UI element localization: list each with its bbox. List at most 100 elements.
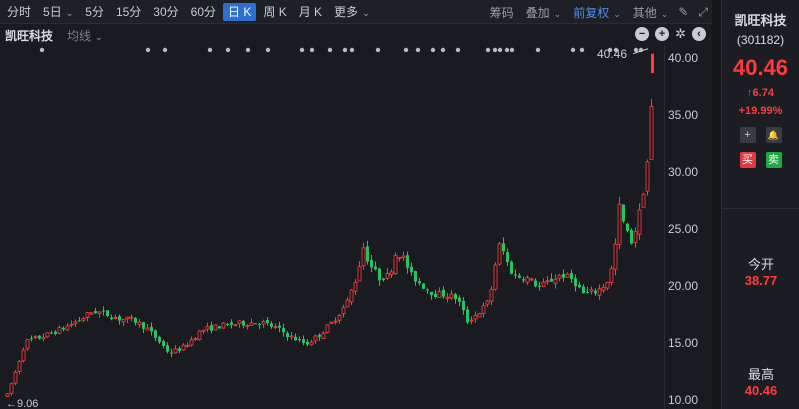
candle[interactable]	[434, 289, 437, 299]
draw-pen-icon[interactable]: ✎	[678, 5, 688, 19]
candle[interactable]	[410, 262, 413, 276]
candle[interactable]	[30, 335, 33, 342]
candle[interactable]	[497, 241, 502, 266]
candle[interactable]	[261, 319, 266, 328]
event-marker-dot[interactable]	[327, 47, 333, 53]
candle[interactable]	[349, 289, 354, 305]
candle[interactable]	[633, 227, 638, 248]
candle[interactable]	[137, 318, 142, 328]
candle[interactable]	[570, 269, 573, 284]
candle[interactable]	[541, 278, 546, 288]
candle[interactable]	[565, 272, 570, 278]
candle[interactable]	[522, 276, 525, 283]
candle[interactable]	[85, 312, 90, 322]
event-marker-dot[interactable]	[309, 47, 315, 53]
event-marker-dot[interactable]	[145, 47, 151, 53]
candle[interactable]	[586, 286, 589, 294]
candle[interactable]	[645, 159, 650, 196]
candle[interactable]	[205, 322, 210, 333]
candle[interactable]	[249, 318, 254, 326]
candle[interactable]	[630, 228, 633, 245]
candle[interactable]	[33, 335, 38, 340]
candle[interactable]	[170, 348, 173, 358]
candle[interactable]	[258, 322, 261, 330]
candle[interactable]	[518, 273, 521, 279]
event-marker-dot[interactable]	[579, 47, 585, 53]
candle[interactable]	[426, 288, 429, 294]
candle[interactable]	[97, 311, 102, 318]
candle[interactable]	[418, 277, 421, 286]
event-marker-dot[interactable]	[440, 47, 446, 53]
candle[interactable]	[113, 314, 118, 320]
candle[interactable]	[270, 321, 273, 329]
tab-30min[interactable]: 30分	[148, 3, 183, 21]
candle[interactable]	[357, 261, 362, 282]
candle[interactable]	[553, 274, 558, 289]
event-marker-dot[interactable]	[509, 47, 515, 53]
candle[interactable]	[57, 325, 62, 335]
candle[interactable]	[178, 346, 181, 354]
candle[interactable]	[641, 192, 646, 208]
candle[interactable]	[477, 312, 482, 318]
sell-button[interactable]: 卖	[765, 152, 782, 168]
panel-divider[interactable]	[712, 0, 721, 409]
candle[interactable]	[626, 222, 629, 233]
candle[interactable]	[353, 278, 358, 295]
tab-more[interactable]: 更多 ⌄	[329, 3, 375, 21]
gear-icon[interactable]: ✲	[675, 27, 686, 41]
event-marker-dot[interactable]	[299, 47, 305, 53]
candle[interactable]	[185, 342, 190, 348]
candle[interactable]	[302, 335, 305, 346]
candle[interactable]	[41, 333, 46, 342]
candle[interactable]	[142, 321, 145, 334]
tab-daily-k[interactable]: 日 K	[223, 2, 257, 21]
candle[interactable]	[401, 251, 406, 261]
candle[interactable]	[529, 277, 534, 282]
candle[interactable]	[21, 347, 26, 363]
candle[interactable]	[562, 269, 565, 282]
adjust-dropdown[interactable]: 前复权 ⌄	[573, 4, 621, 21]
event-marker-dot[interactable]	[633, 47, 639, 53]
candle[interactable]	[150, 322, 153, 336]
candle[interactable]	[454, 292, 457, 304]
tab-5day[interactable]: 5日 ⌄	[38, 3, 78, 21]
candle[interactable]	[329, 321, 334, 325]
candle[interactable]	[65, 323, 70, 331]
candle[interactable]	[230, 319, 233, 329]
event-marker-dot[interactable]	[535, 47, 541, 53]
candle[interactable]	[50, 330, 53, 334]
candle[interactable]	[189, 336, 194, 347]
candle[interactable]	[538, 281, 541, 291]
candle[interactable]	[502, 237, 505, 255]
candle[interactable]	[361, 242, 366, 270]
event-marker-dot[interactable]	[162, 47, 168, 53]
candle[interactable]	[597, 284, 602, 300]
candle[interactable]	[601, 283, 606, 293]
candle[interactable]	[110, 314, 113, 321]
tab-5min[interactable]: 5分	[80, 3, 109, 21]
candle[interactable]	[17, 359, 22, 375]
candle[interactable]	[237, 320, 242, 328]
event-marker-dot[interactable]	[225, 47, 231, 53]
candle[interactable]	[325, 324, 330, 334]
candle[interactable]	[102, 306, 105, 316]
event-marker-dot[interactable]	[485, 47, 491, 53]
candle[interactable]	[298, 336, 301, 343]
zoom-out-icon[interactable]: −	[635, 27, 650, 41]
candle[interactable]	[306, 338, 309, 347]
candle[interactable]	[13, 369, 18, 386]
candle[interactable]	[534, 278, 537, 288]
candle[interactable]	[493, 262, 498, 291]
candle[interactable]	[382, 277, 385, 282]
candle[interactable]	[605, 281, 610, 291]
event-marker-dot[interactable]	[430, 47, 436, 53]
candle[interactable]	[345, 296, 350, 308]
candle[interactable]	[94, 307, 97, 314]
candle[interactable]	[226, 322, 229, 327]
last-candle[interactable]	[651, 53, 654, 74]
candle[interactable]	[125, 316, 130, 324]
event-marker-dot[interactable]	[497, 47, 503, 53]
candle[interactable]	[289, 331, 294, 340]
candle[interactable]	[282, 323, 285, 337]
event-marker-dot[interactable]	[415, 47, 421, 53]
